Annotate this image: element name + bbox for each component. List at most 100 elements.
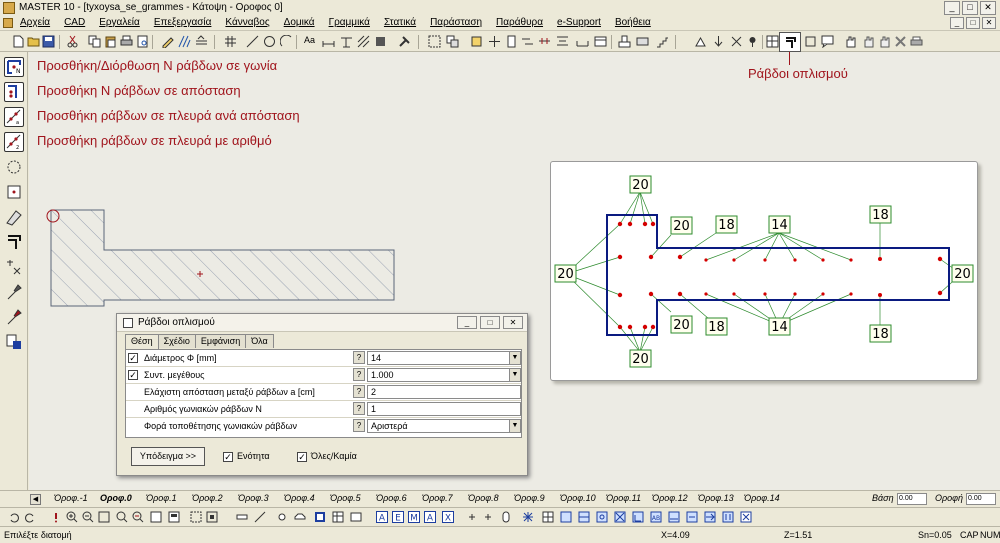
close-button[interactable]: ✕ (980, 1, 996, 15)
open-file-icon[interactable] (27, 35, 40, 48)
menu-windows[interactable]: Παράθυρα (496, 17, 543, 28)
tab-floor-9[interactable]: Όροφ.9 (508, 492, 554, 504)
rebars-tool-button[interactable] (779, 32, 801, 52)
table-view-icon[interactable] (332, 511, 344, 523)
menu-display[interactable]: Παράσταση (430, 17, 482, 28)
snap-perpendicular-icon[interactable] (632, 511, 644, 523)
tab-floor-8[interactable]: Όροφ.8 (462, 492, 508, 504)
pick-red-icon[interactable] (4, 307, 24, 327)
point-icon[interactable] (466, 511, 478, 523)
column-icon[interactable] (505, 35, 518, 48)
letter-a2-icon[interactable]: A (424, 511, 436, 523)
save-icon[interactable] (42, 35, 55, 48)
stirrup-icon[interactable] (804, 35, 817, 48)
tab-floor-7[interactable]: Όροφ.7 (416, 492, 462, 504)
dialog-close-button[interactable]: ✕ (503, 316, 523, 329)
tab-scroll-left-icon[interactable]: ◀ (30, 494, 41, 505)
tab-floor-12[interactable]: Όροφ.12 (646, 492, 692, 504)
dialog-restore-button[interactable]: □ (480, 316, 500, 329)
menu-help[interactable]: Βοήθεια (615, 17, 651, 28)
diameter-select[interactable]: 14 ▼ (367, 351, 521, 365)
line-icon[interactable] (246, 35, 259, 48)
undo-icon[interactable] (8, 511, 20, 523)
menu-edit[interactable]: Επεξεργασία (154, 17, 212, 28)
unit-checkbox-box[interactable]: ✓ (223, 451, 233, 462)
beam-icon[interactable] (340, 35, 353, 48)
stairs-icon[interactable] (656, 35, 669, 48)
menu-static[interactable]: Στατικά (384, 17, 416, 28)
copy-icon[interactable] (88, 35, 101, 48)
dialog-minimize-button[interactable]: _ (457, 316, 477, 329)
menu-files[interactable]: Αρχεία (20, 17, 50, 28)
hand-rotate-icon[interactable] (862, 35, 875, 48)
delete-icon[interactable] (894, 35, 907, 48)
tab-floor-5[interactable]: Όροφ.5 (324, 492, 370, 504)
pencil-icon[interactable] (161, 35, 174, 48)
eraser-icon[interactable] (4, 207, 24, 227)
base-field[interactable]: 0.00 (897, 493, 927, 505)
tab-appearance[interactable]: Εμφάνιση (194, 334, 247, 348)
measure-icon[interactable] (576, 35, 589, 48)
foundation-icon[interactable] (618, 35, 631, 48)
overlap-icon[interactable] (446, 35, 459, 48)
diameter-checkbox[interactable]: ✓ (128, 353, 138, 363)
dimension-icon[interactable] (322, 35, 335, 48)
snap-extension-icon[interactable] (704, 511, 716, 523)
support-icon[interactable] (694, 35, 707, 48)
multi-select-icon[interactable] (178, 35, 191, 48)
snap-icon[interactable] (470, 35, 483, 48)
section-icon[interactable] (538, 35, 551, 48)
load-icon[interactable] (712, 35, 725, 48)
new-file-icon[interactable] (12, 35, 25, 48)
print-icon[interactable] (120, 35, 133, 48)
zoom-window-icon[interactable] (428, 35, 441, 48)
node-icon[interactable] (276, 511, 288, 523)
cursor-icon[interactable] (500, 511, 512, 523)
snap-center-icon[interactable] (596, 511, 608, 523)
regen-icon[interactable] (150, 511, 162, 523)
corner-count-help-button[interactable]: ? (353, 402, 365, 415)
rebar-delete-icon[interactable] (4, 257, 24, 277)
frame-icon[interactable] (206, 511, 218, 523)
snap-none-icon[interactable] (740, 511, 752, 523)
tab-position[interactable]: Θέση (125, 334, 159, 349)
table-icon[interactable] (594, 35, 607, 48)
menu-tools[interactable]: Εργαλεία (99, 17, 140, 28)
tab-floor-1[interactable]: Όροφ.1 (140, 492, 186, 504)
hand-pan-icon[interactable] (878, 35, 891, 48)
text-tool-icon[interactable]: Aa (304, 35, 320, 48)
tab-floor-10[interactable]: Όροφ.10 (554, 492, 600, 504)
menu-grid[interactable]: Κάνναβος (225, 17, 269, 28)
snap-parallel-icon[interactable] (722, 511, 734, 523)
align-icon[interactable] (556, 35, 569, 48)
chevron-down-icon[interactable]: ▼ (509, 352, 520, 364)
tab-all[interactable]: Όλα (245, 334, 274, 348)
tab-floor-2[interactable]: Όροφ.2 (186, 492, 232, 504)
chevron-down-icon[interactable]: ▼ (509, 369, 520, 381)
chevron-down-icon[interactable]: ▼ (509, 420, 520, 432)
tab-floor-minus1[interactable]: Όροφ.-1 (48, 492, 94, 504)
min-spacing-help-button[interactable]: ? (353, 385, 365, 398)
example-button[interactable]: Υπόδειγμα >> (131, 447, 205, 466)
maximize-button[interactable]: □ (962, 1, 978, 15)
pin-icon[interactable] (746, 35, 759, 48)
car-icon[interactable] (294, 511, 306, 523)
info-icon[interactable] (50, 511, 62, 523)
snap-midpoint-icon[interactable] (578, 511, 590, 523)
menu-linear[interactable]: Γραμμικά (329, 17, 370, 28)
size-factor-select[interactable]: 1.000 ▼ (367, 368, 521, 382)
cross-section-drawing[interactable] (29, 208, 409, 308)
cut-icon[interactable] (66, 35, 79, 48)
letter-a-icon[interactable]: A (376, 511, 388, 523)
add-corner-rebars-button[interactable]: N (4, 57, 24, 77)
wall-icon[interactable] (636, 35, 649, 48)
tab-floor-3[interactable]: Όροφ.3 (232, 492, 278, 504)
add-rebars-distance-button[interactable] (4, 82, 24, 102)
placement-direction-help-button[interactable]: ? (353, 419, 365, 432)
printer-icon[interactable] (910, 35, 923, 48)
snap-endpoint-icon[interactable] (560, 511, 572, 523)
print-preview-icon[interactable] (136, 35, 149, 48)
add-rebars-side-spacing-button[interactable]: a (4, 107, 24, 127)
save-view-icon[interactable] (168, 511, 180, 523)
window-view-icon[interactable] (350, 511, 362, 523)
